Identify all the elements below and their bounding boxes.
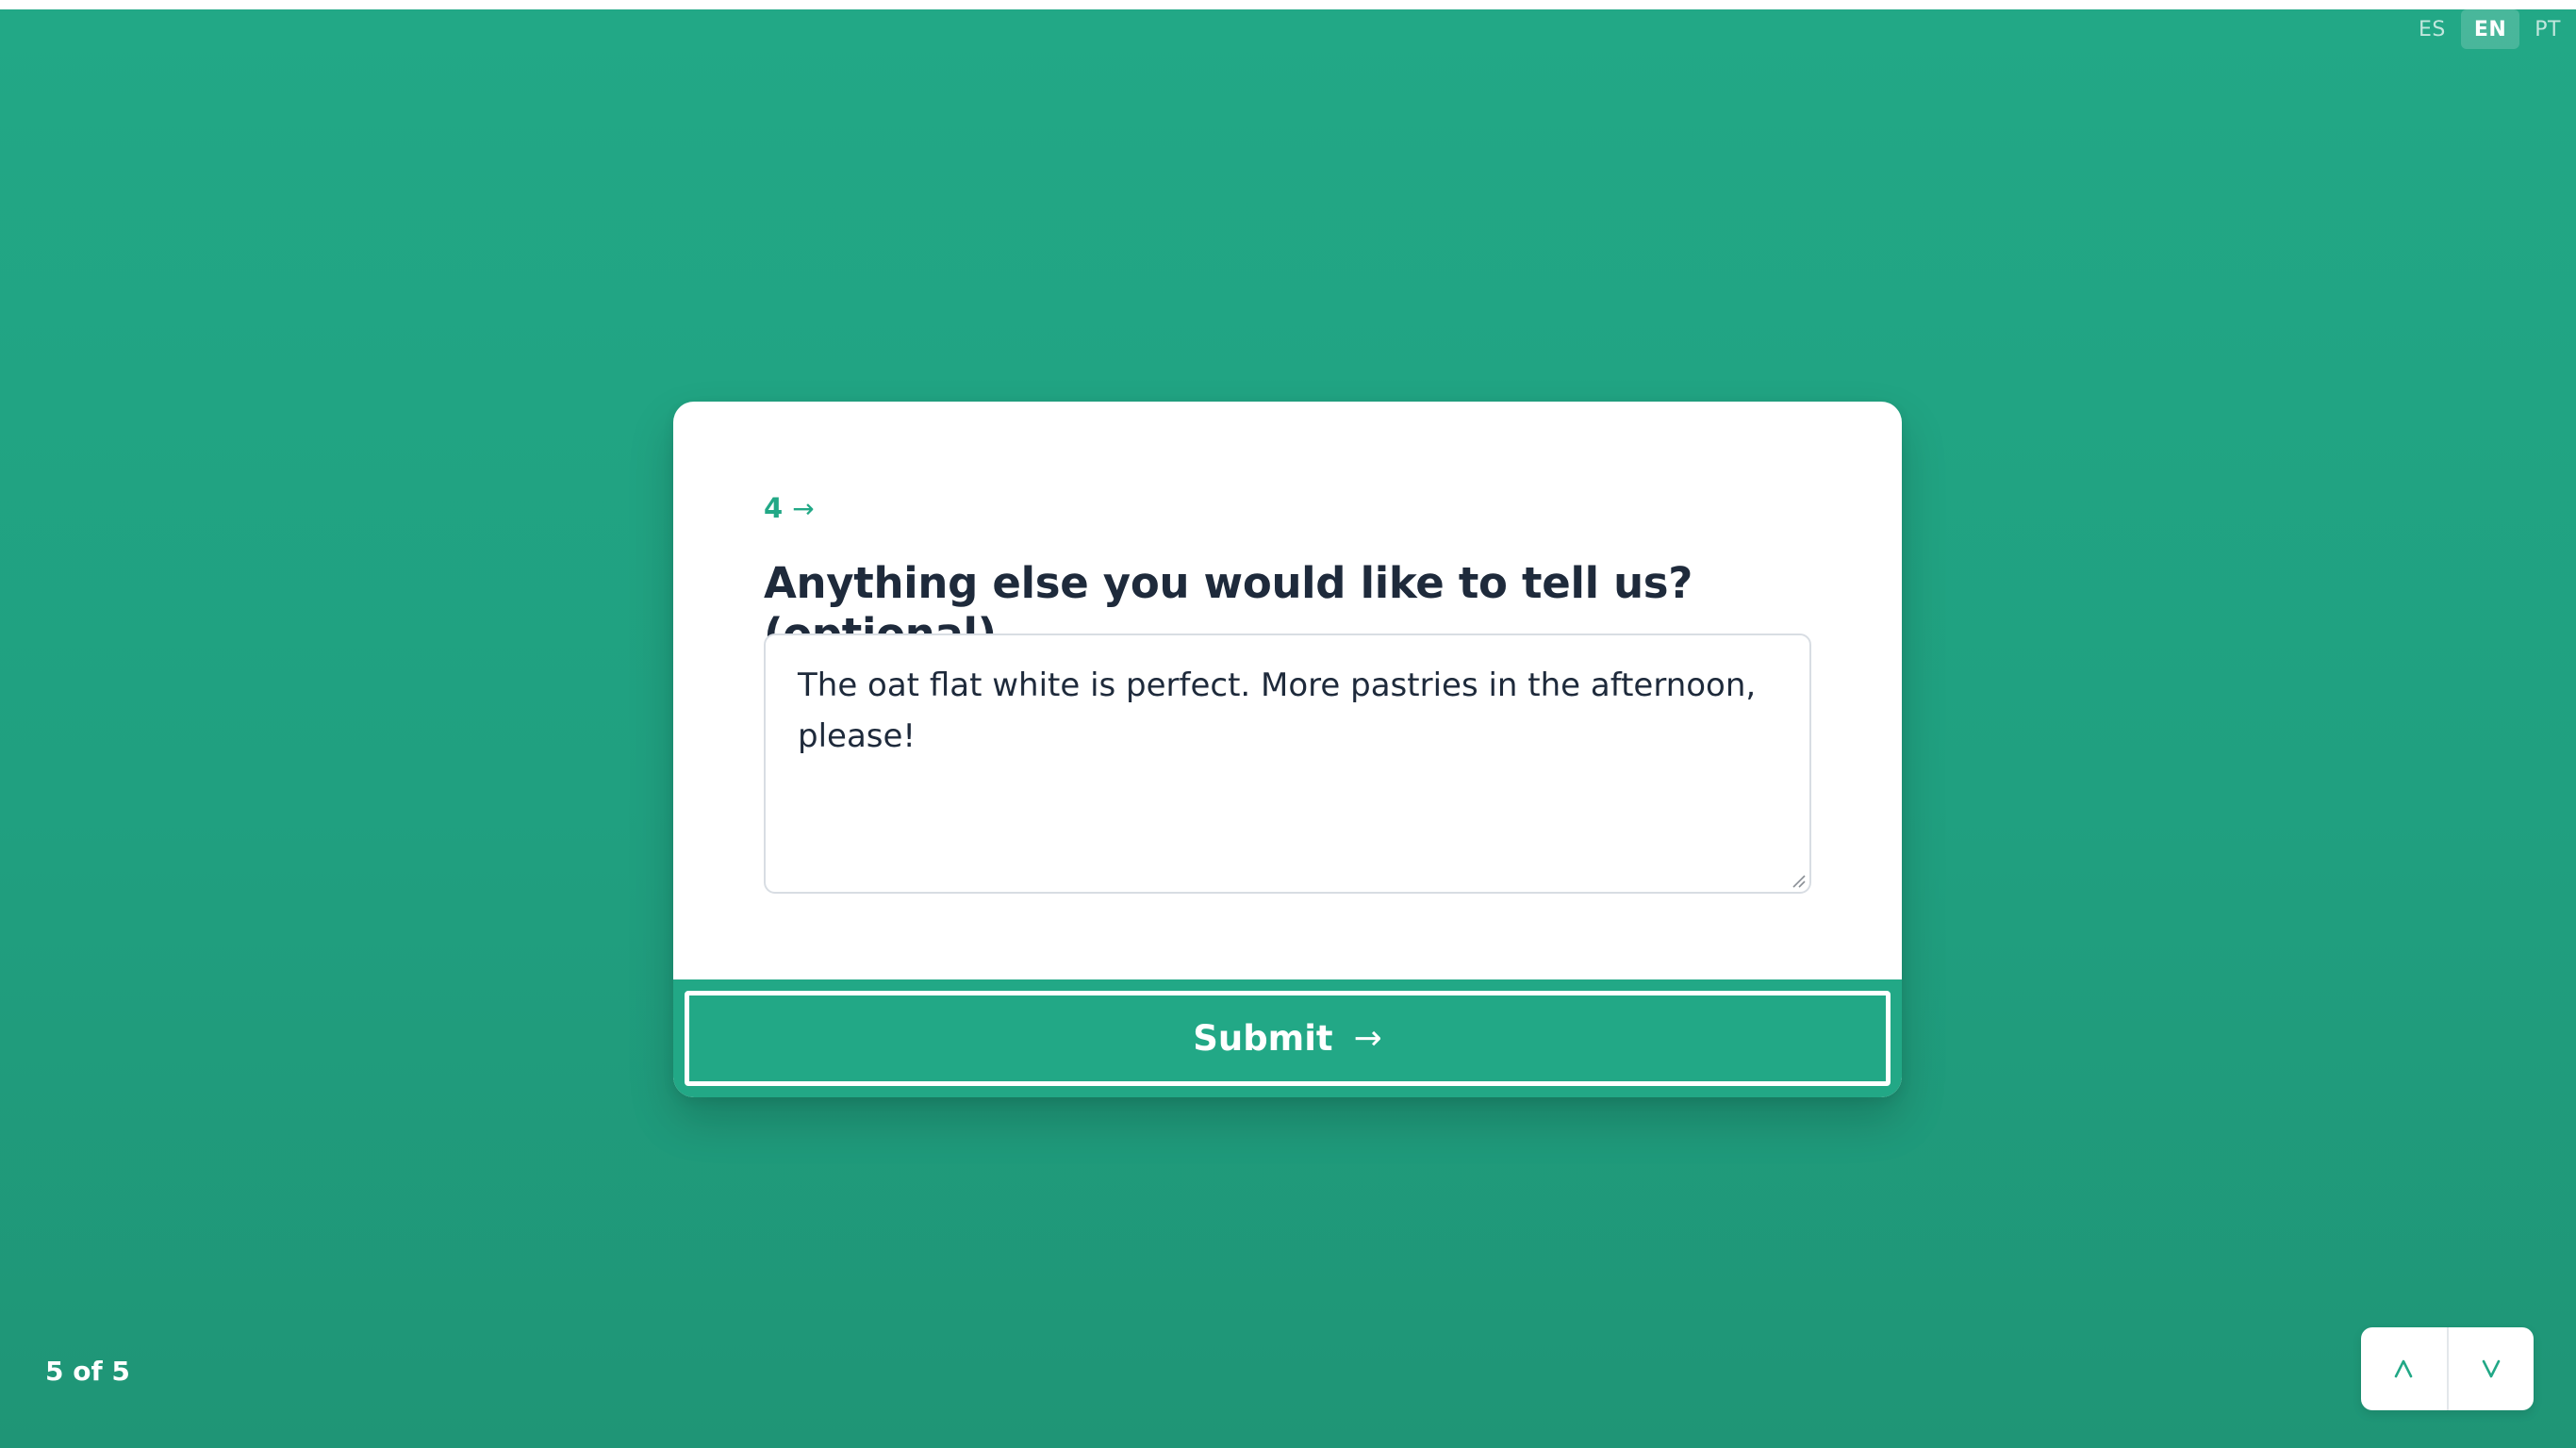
top-edge-line [0, 0, 2576, 9]
question-number-value: 4 [764, 492, 784, 524]
arrow-right-icon: → [792, 492, 815, 524]
question-number: 4 → [764, 492, 815, 524]
question-card: 4 → Anything else you would like to tell… [673, 402, 1902, 1097]
answer-text[interactable]: The oat flat white is perfect. More past… [798, 660, 1772, 762]
language-option-pt[interactable]: PT [2519, 9, 2576, 49]
progress-indicator: 5 of 5 [45, 1356, 130, 1387]
submit-bar: Submit → [673, 979, 1902, 1097]
language-option-es[interactable]: ES [2403, 9, 2461, 49]
resize-handle-icon[interactable] [1791, 873, 1806, 888]
next-question-button[interactable] [2446, 1327, 2535, 1410]
language-option-en[interactable]: EN [2460, 9, 2520, 49]
arrow-right-icon: → [1353, 1019, 1382, 1058]
language-switcher: ES EN PT [2403, 9, 2576, 49]
previous-question-button[interactable] [2361, 1327, 2447, 1410]
chevron-up-icon [2394, 1359, 2413, 1378]
submit-label: Submit [1193, 1018, 1333, 1059]
question-navigation [2361, 1327, 2534, 1410]
answer-textarea[interactable]: The oat flat white is perfect. More past… [764, 634, 1811, 894]
submit-button[interactable]: Submit → [685, 991, 1891, 1086]
chevron-down-icon [2482, 1359, 2501, 1378]
